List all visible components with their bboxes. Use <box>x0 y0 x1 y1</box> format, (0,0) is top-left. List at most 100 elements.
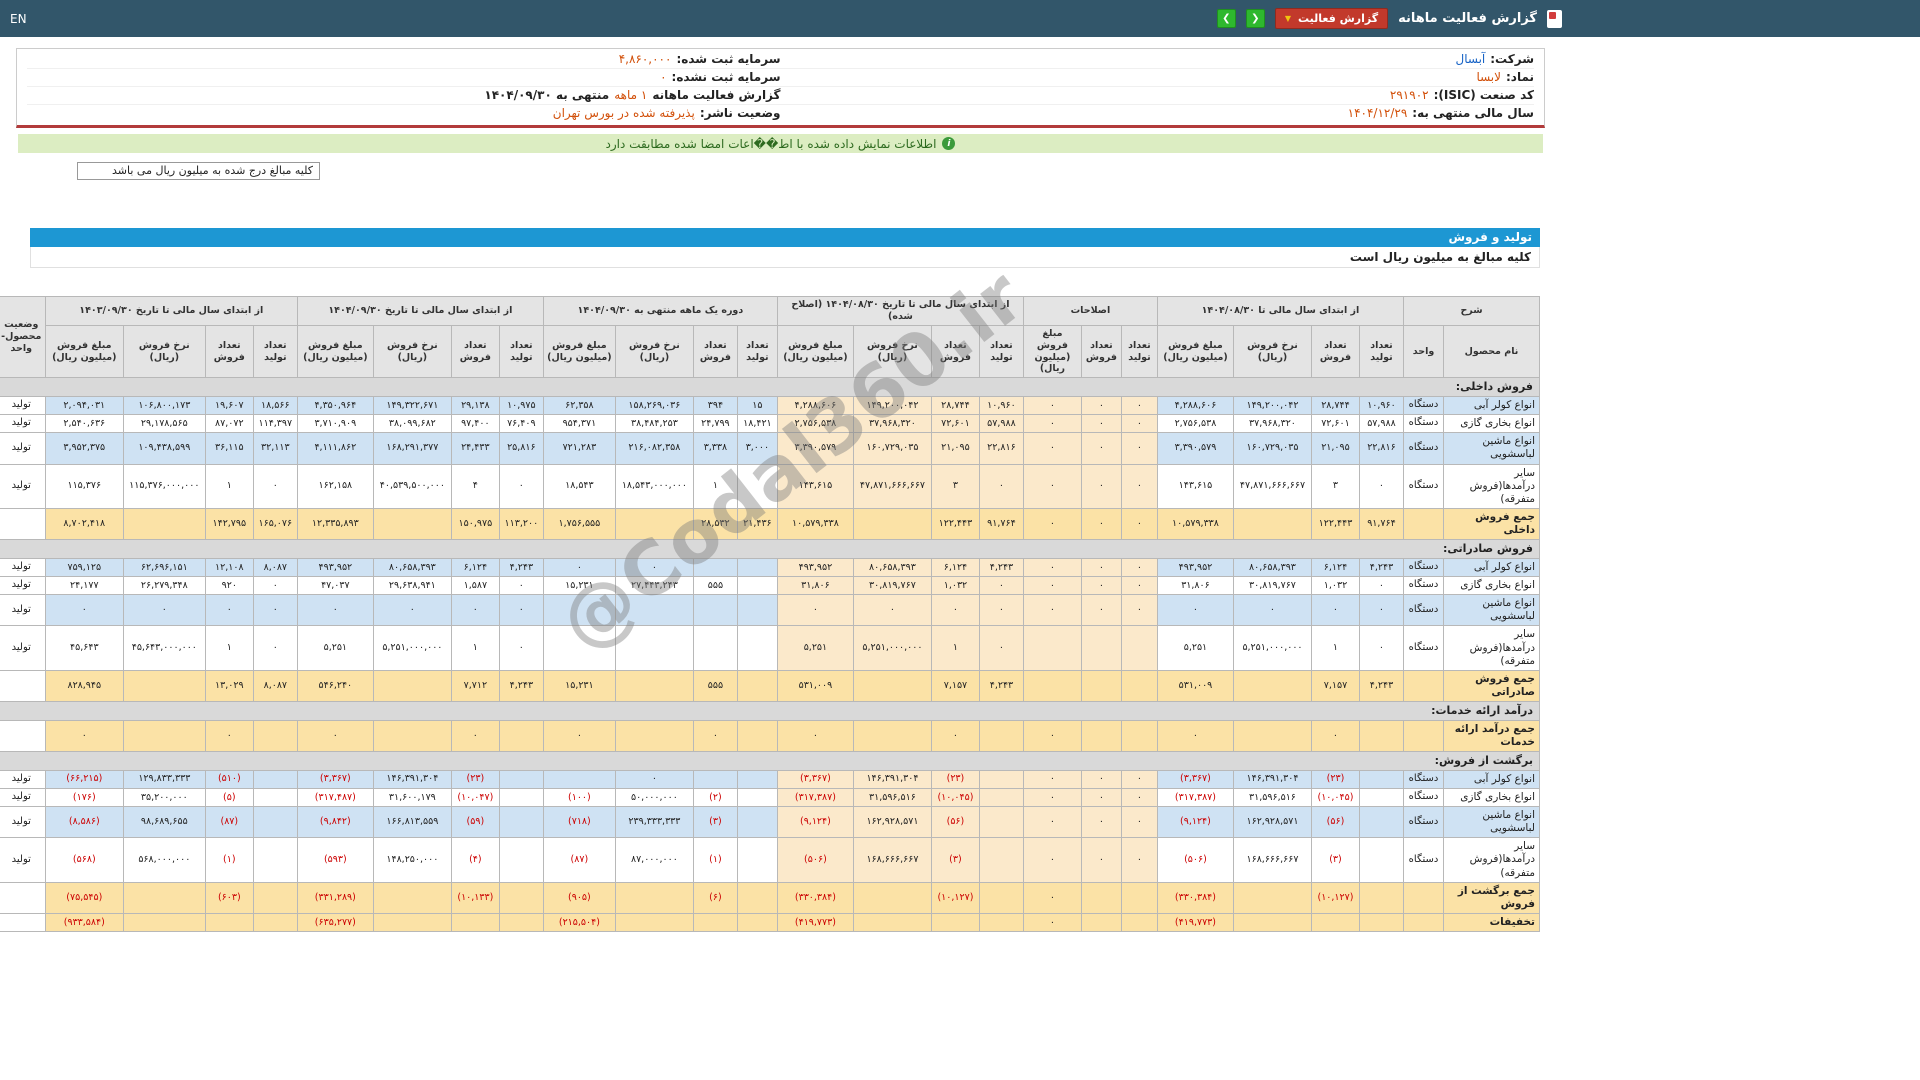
column-header: اصلاحات <box>1022 296 1158 326</box>
column-header: نرخ فروش (ریال) <box>852 324 932 379</box>
cell: ۰ <box>450 719 500 753</box>
cell: ۱۶۲,۹۲۸,۵۷۱ <box>1232 805 1312 839</box>
sum-row: جمع درآمد ارائه خدمات ۰ ۰ ۰ ۰ ۰ ۰ ۰ ۰ ۰ ۰ ۰ <box>0 719 1540 753</box>
cell <box>614 669 694 703</box>
report-type-select[interactable]: گزارش فعالیت ▼ <box>1274 8 1389 29</box>
cell <box>1232 912 1312 933</box>
product-status <box>0 719 46 753</box>
cell <box>736 557 778 578</box>
cell: ۰ <box>252 625 298 671</box>
cell: ۱۰,۹۶۰ <box>978 395 1024 416</box>
cell: (۱) <box>204 837 254 883</box>
chevron-down-icon: ▼ <box>1284 14 1291 23</box>
cell: ۴,۲۴۳ <box>978 669 1024 703</box>
sum-row: جمع فروش داخلی ۹۱,۷۶۴ ۱۲۲,۴۴۳ ۱۰,۵۷۹,۳۳۸ ۰ ۰ ۰… <box>0 507 1540 541</box>
cell: ۲۸,۷۴۴ <box>1310 395 1360 416</box>
cell: ۴,۲۴۳ <box>1358 557 1404 578</box>
cell: ۲۲,۸۱۶ <box>1358 432 1404 465</box>
table-row: انواع ماشین لباسشویی دستگاه (۵۶) ۱۶۲,۹۲۸,۵۷… <box>0 805 1540 839</box>
cell: ۰ <box>1120 837 1158 883</box>
table-row: انواع کولر آبی دستگاه (۲۳) ۱۴۶,۳۹۱,۳۰۴ (۳,۳۶… <box>0 769 1540 789</box>
column-header: مبلغ فروش (میلیون ریال) <box>1022 324 1082 379</box>
cell: ۰ <box>978 463 1024 509</box>
product-status: تولید <box>0 805 46 839</box>
column-header: تعداد تولید <box>978 324 1024 379</box>
unit: دستگاه <box>1402 575 1445 596</box>
cell: ۰ <box>498 575 544 596</box>
cell: ۱۶۸,۶۶۶,۶۶۷ <box>1232 837 1312 883</box>
cell <box>614 625 694 671</box>
cell: ۵۴۶,۲۴۰ <box>296 669 374 703</box>
cell: ۰ <box>1080 594 1122 627</box>
cell: (۳۱۷,۴۸۷) <box>296 787 374 808</box>
publisher-icon[interactable] <box>1547 9 1562 28</box>
cell: ۰ <box>252 463 298 509</box>
cell: ۷۶,۴۰۹ <box>498 414 544 434</box>
cell <box>614 912 694 933</box>
cell: ۱۸,۵۴۳,۰۰۰,۰۰۰ <box>614 463 694 509</box>
cell: ۰ <box>1120 594 1158 627</box>
product-name: انواع ماشین لباسشویی <box>1443 594 1540 627</box>
cell: (۹۳۳,۵۸۴) <box>44 912 124 933</box>
cell: (۵۰۶) <box>1156 837 1234 883</box>
cell: ۵۶۸,۰۰۰,۰۰۰ <box>122 837 206 883</box>
cell: ۰ <box>1022 594 1082 627</box>
info-value: ۴,۸۶۰,۰۰۰ <box>618 52 672 66</box>
cell <box>736 669 778 703</box>
cell: ۱۰۶,۸۰۰,۱۷۳ <box>122 395 206 416</box>
cell: ۰ <box>1156 594 1234 627</box>
product-status: تولید <box>0 594 46 627</box>
cell: ۰ <box>1120 463 1158 509</box>
cell: ۳,۰۰۰ <box>736 432 778 465</box>
cell: (۲) <box>692 787 738 808</box>
cell: ۲۸,۵۳۲ <box>692 507 738 541</box>
cell: ۳,۹۵۲,۳۷۵ <box>44 432 124 465</box>
cell <box>252 769 298 789</box>
cell <box>1120 912 1158 933</box>
cell: ۰ <box>1022 881 1082 914</box>
cell: ۰ <box>978 594 1024 627</box>
cell <box>736 837 778 883</box>
cell <box>852 507 932 541</box>
product-status: تولید <box>0 837 46 883</box>
page-content: شرکت: آبسال نماد: لابسا کد صنعت (ISIC): ۲۹۱۹۰… <box>0 48 1560 933</box>
cell: ۴۵,۶۴۳ <box>44 625 124 671</box>
cell: ۲۳۹,۳۳۳,۳۳۳ <box>614 805 694 839</box>
product-status: تولید <box>0 575 46 596</box>
cell: ۳۷,۹۶۸,۳۲۰ <box>852 414 932 434</box>
cell <box>736 881 778 914</box>
unit: دستگاه <box>1402 805 1445 839</box>
cell <box>614 719 694 753</box>
cell: ۰ <box>1120 769 1158 789</box>
currency-unit-note: کلیه مبالغ درج شده به میلیون ریال می باش… <box>77 162 320 180</box>
cell: ۷,۱۵۷ <box>1310 669 1360 703</box>
product-name: انواع ماشین لباسشویی <box>1443 805 1540 839</box>
cell: ۱۵ <box>736 395 778 416</box>
cell: ۱۵,۲۳۱ <box>542 669 616 703</box>
company-link[interactable]: آبسال <box>1455 52 1485 66</box>
product-status <box>0 912 46 933</box>
cell: ۲۹,۶۳۸,۹۴۱ <box>372 575 452 596</box>
cell: (۲۱۵,۵۰۴) <box>542 912 616 933</box>
cell: ۱۴۶,۳۹۱,۳۰۴ <box>372 769 452 789</box>
next-report-button[interactable]: ❯ <box>1216 9 1236 28</box>
cell: ۴,۲۸۸,۶۰۶ <box>776 395 854 416</box>
cell: ۳۸,۰۹۹,۶۸۲ <box>372 414 452 434</box>
company-info: شرکت: آبسال نماد: لابسا کد صنعت (ISIC): ۲۹۱۹۰… <box>16 48 1545 128</box>
cell <box>978 769 1024 789</box>
cell <box>978 719 1024 753</box>
sum-row: جمع فروش صادراتی ۴,۲۴۳ ۷,۱۵۷ ۵۳۱,۰۰۹ ۴,۲۴۳ ۷,… <box>0 669 1540 703</box>
language-toggle[interactable]: EN <box>10 12 27 26</box>
cell: ۵,۲۵۱ <box>776 625 854 671</box>
cell: ۱۸,۴۲۱ <box>736 414 778 434</box>
cell <box>1232 881 1312 914</box>
info-row: سرمایه ثبت شده: ۴,۸۶۰,۰۰۰ <box>27 51 781 69</box>
product-name: انواع کولر آبی <box>1443 395 1540 416</box>
prev-report-button[interactable]: ❮ <box>1245 9 1265 28</box>
column-header: نرخ فروش (ریال) <box>1232 324 1312 379</box>
cell: (۳۱۷,۳۸۷) <box>776 787 854 808</box>
cell <box>122 719 206 753</box>
cell: ۲۷,۴۴۳,۲۴۳ <box>614 575 694 596</box>
cell: ۴,۲۴۳ <box>498 557 544 578</box>
cell <box>1080 669 1122 703</box>
